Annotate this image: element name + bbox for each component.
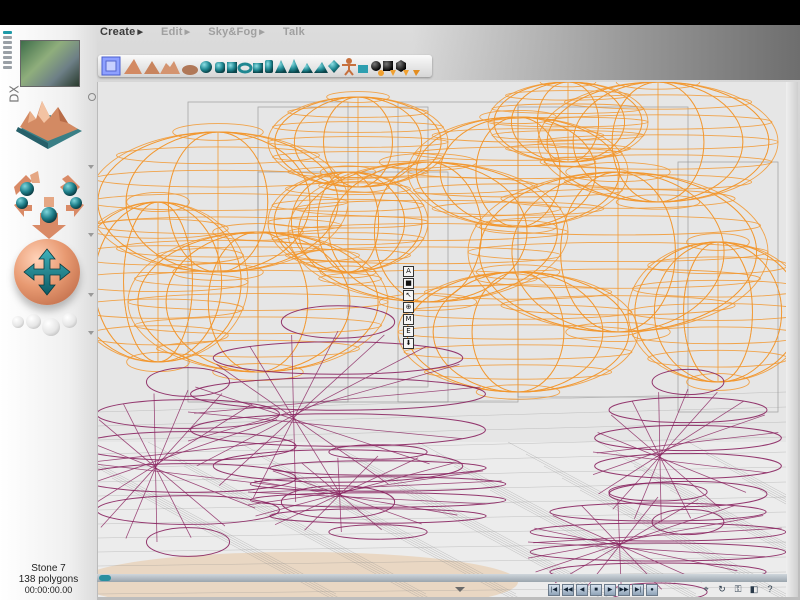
go-end-button[interactable]: ▶| bbox=[632, 584, 644, 596]
strip-tick[interactable] bbox=[3, 61, 12, 64]
chevron-down-icon[interactable] bbox=[88, 331, 94, 335]
polygon-count: 138 polygons bbox=[18, 574, 79, 585]
mini-tool-target[interactable]: ⊕ bbox=[403, 302, 414, 313]
strip-tick[interactable] bbox=[3, 51, 12, 54]
panel-selector-strip[interactable] bbox=[3, 29, 15, 79]
mini-tool-color[interactable]: ■ bbox=[403, 278, 414, 289]
camera-icon[interactable]: ⌖ bbox=[700, 584, 712, 594]
orange-diamond-icon bbox=[413, 70, 420, 76]
object-name: Stone 7 bbox=[31, 563, 66, 574]
app-window: DX Stone 7 138 polygons 00:00:00.00 Crea… bbox=[0, 25, 800, 600]
mini-tool-drop[interactable]: ⬇ bbox=[403, 338, 414, 349]
chevron-down-icon[interactable] bbox=[455, 587, 465, 592]
small-ball-icon[interactable] bbox=[62, 313, 77, 328]
pyramid-terrain-icon bbox=[124, 59, 142, 74]
cube-small-icon bbox=[253, 63, 263, 73]
size-balls-control[interactable] bbox=[12, 310, 87, 342]
timeline-slider[interactable] bbox=[97, 574, 787, 582]
menu-create[interactable]: Create ▶ bbox=[100, 26, 143, 40]
stop-button[interactable]: ■ bbox=[590, 584, 602, 596]
cone-small-icon bbox=[301, 63, 313, 73]
orange-drop-icon bbox=[378, 70, 384, 76]
render-icon[interactable]: ◧ bbox=[748, 584, 760, 594]
small-ball-icon[interactable] bbox=[12, 316, 24, 328]
sphere-icon bbox=[200, 61, 212, 73]
help-icon[interactable]: ? bbox=[764, 584, 776, 594]
small-ball-icon[interactable] bbox=[26, 314, 41, 329]
cone-icon bbox=[288, 59, 300, 73]
camera-dot-icon[interactable] bbox=[88, 93, 96, 101]
medium-ball-icon[interactable] bbox=[42, 318, 60, 336]
move-sphere-control[interactable] bbox=[14, 239, 80, 305]
mini-tool-a[interactable]: A bbox=[403, 266, 414, 277]
cube-icon bbox=[227, 62, 237, 73]
torus-icon bbox=[237, 62, 253, 74]
terrain-object-icon[interactable] bbox=[12, 93, 84, 151]
diamond-icon bbox=[328, 60, 340, 73]
mini-tool-m[interactable]: M bbox=[403, 314, 414, 325]
rewind-button[interactable]: ◀◀ bbox=[562, 584, 574, 596]
play-button[interactable]: ▶ bbox=[604, 584, 616, 596]
menu-talk[interactable]: Talk bbox=[283, 26, 305, 40]
left-panel: DX Stone 7 138 polygons 00:00:00.00 bbox=[0, 25, 97, 600]
strip-tick[interactable] bbox=[3, 41, 12, 44]
strip-tick[interactable] bbox=[3, 31, 12, 34]
strip-tick[interactable] bbox=[3, 66, 12, 69]
mini-tool-pointer[interactable]: ↖ bbox=[403, 290, 414, 301]
chevron-down-icon[interactable] bbox=[88, 233, 94, 237]
fast-forward-button[interactable]: ▶▶ bbox=[618, 584, 630, 596]
scene-preview-thumbnail[interactable] bbox=[20, 40, 80, 87]
key-icon[interactable]: ⚿ bbox=[732, 584, 744, 594]
menu-edit[interactable]: Edit ▶ bbox=[161, 26, 190, 40]
selection-status: Stone 7 138 polygons 00:00:00.00 bbox=[0, 563, 97, 596]
chevron-down-icon[interactable] bbox=[88, 293, 94, 297]
menu-sky-fog[interactable]: Sky&Fog ▶ bbox=[208, 26, 265, 40]
wireframe-scene bbox=[98, 82, 786, 597]
strip-tick[interactable] bbox=[3, 46, 12, 49]
chevron-down-icon[interactable] bbox=[88, 165, 94, 169]
viewport-side-strip bbox=[786, 82, 798, 597]
cone-terrain-icon bbox=[144, 61, 160, 74]
rock-icon bbox=[182, 65, 198, 75]
cylinder-icon bbox=[215, 62, 225, 73]
3d-viewport[interactable] bbox=[97, 82, 786, 597]
move-object-arrows-icon[interactable] bbox=[10, 171, 88, 241]
orange-cone-icon bbox=[390, 70, 396, 76]
object-mini-toolbar: A ■ ↖ ⊕ M E ⬇ bbox=[403, 266, 414, 350]
cross-arrows-icon bbox=[23, 248, 71, 296]
camera-controls: ⌖ ↻ ⚿ ◧ ? bbox=[700, 584, 776, 594]
strip-tick[interactable] bbox=[3, 56, 12, 59]
transport-controls: |◀ ◀◀ ◀ ■ ▶ ▶▶ ▶| ● bbox=[548, 584, 658, 596]
step-back-button[interactable]: ◀ bbox=[576, 584, 588, 596]
time-readout: 00:00:00.00 bbox=[24, 585, 73, 595]
mountain-terrain-icon bbox=[160, 61, 180, 74]
black-sphere-icon bbox=[371, 61, 381, 71]
mini-tool-e[interactable]: E bbox=[403, 326, 414, 337]
record-button[interactable]: ● bbox=[646, 584, 658, 596]
orange-cone-icon bbox=[403, 70, 409, 76]
black-cube-icon bbox=[383, 61, 393, 71]
water-icon bbox=[358, 65, 368, 73]
create-toolbar bbox=[98, 55, 432, 77]
menu-bar: Create ▶ Edit ▶ Sky&Fog ▶ Talk bbox=[100, 26, 323, 40]
timeline-knob[interactable] bbox=[99, 575, 111, 581]
pyramid-icon bbox=[275, 60, 287, 73]
figure-icon bbox=[342, 58, 356, 76]
cylinder-tall-icon bbox=[265, 60, 273, 73]
prism-icon bbox=[314, 62, 328, 73]
strip-tick[interactable] bbox=[3, 36, 12, 39]
go-start-button[interactable]: |◀ bbox=[548, 584, 560, 596]
walk-icon[interactable]: ↻ bbox=[716, 584, 728, 594]
